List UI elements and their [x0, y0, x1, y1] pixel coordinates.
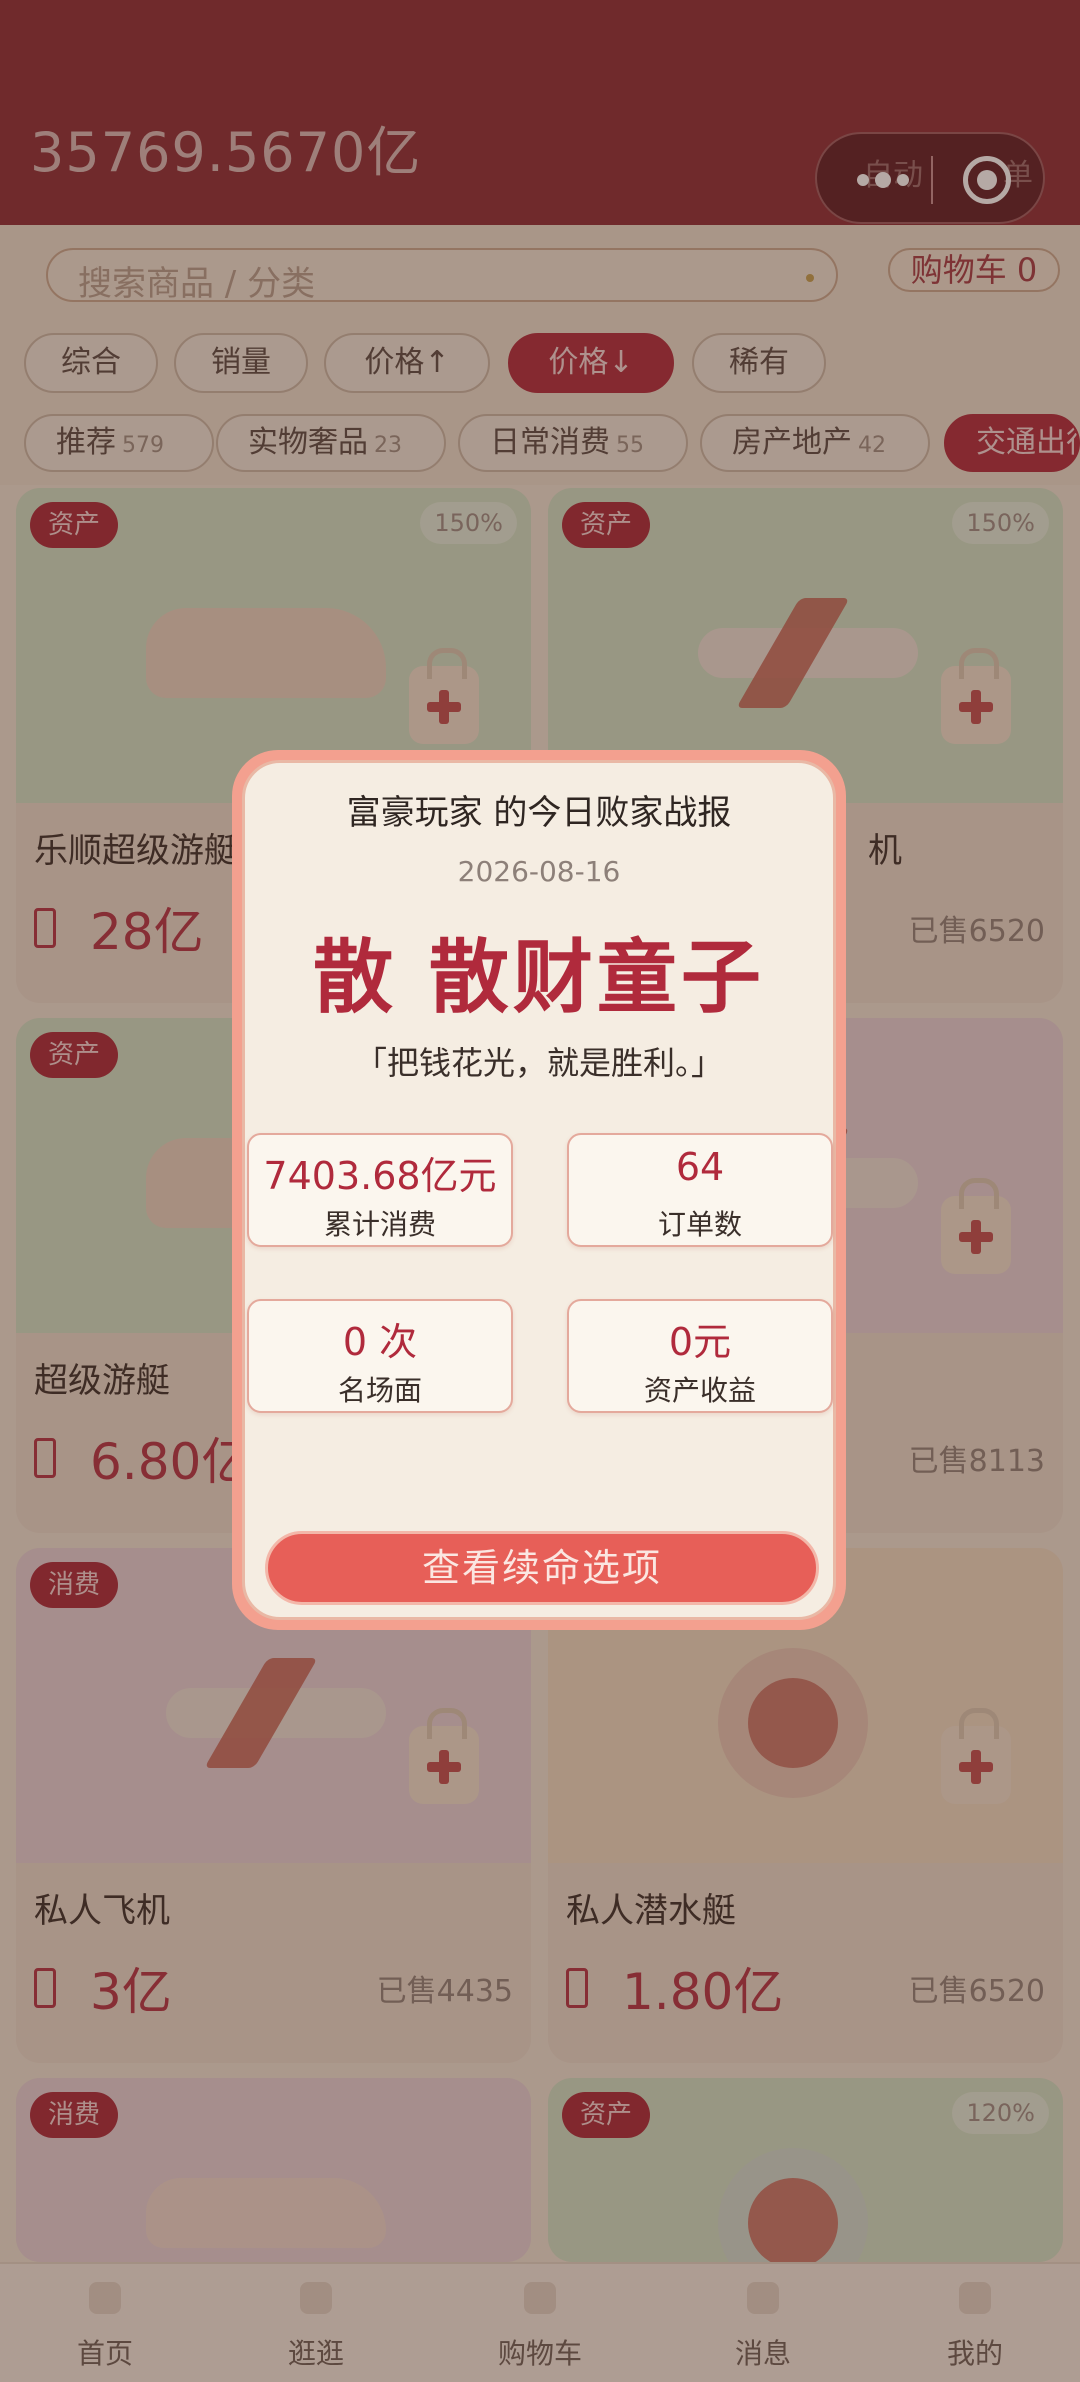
stat-value: 64: [675, 1145, 725, 1189]
rank-slogan: 「把钱花光，就是胜利。」: [354, 1044, 723, 1082]
dialog-title: 富豪玩家 的今日败家战报: [346, 793, 732, 833]
stat-value: 0 次: [342, 1320, 418, 1364]
stat-value: 0元: [668, 1320, 732, 1364]
stat-order-count: 64 订单数: [567, 1133, 833, 1247]
stat-label: 累计消费: [323, 1208, 436, 1241]
view-revive-options-button[interactable]: 查看续命选项: [265, 1531, 819, 1605]
stat-label: 资产收益: [643, 1374, 756, 1407]
daily-report-dialog: 富豪玩家 的今日败家战报 2026-08-16 散 散财童子 「把钱花光，就是胜…: [232, 750, 846, 1630]
stat-highlights: 0 次 名场面: [247, 1299, 513, 1413]
stat-total-spend: 7403.68亿元 累计消费: [247, 1133, 513, 1247]
report-date: 2026-08-16: [457, 855, 621, 888]
rank-title: 散 散财童子: [313, 931, 765, 1024]
stat-value: 7403.68亿元: [263, 1154, 497, 1198]
dialog-body: 富豪玩家 的今日败家战报 2026-08-16 散 散财童子 「把钱花光，就是胜…: [242, 760, 836, 1620]
stat-asset-income: 0元 资产收益: [567, 1299, 833, 1413]
stat-label: 名场面: [337, 1374, 422, 1407]
stat-label: 订单数: [657, 1208, 742, 1241]
